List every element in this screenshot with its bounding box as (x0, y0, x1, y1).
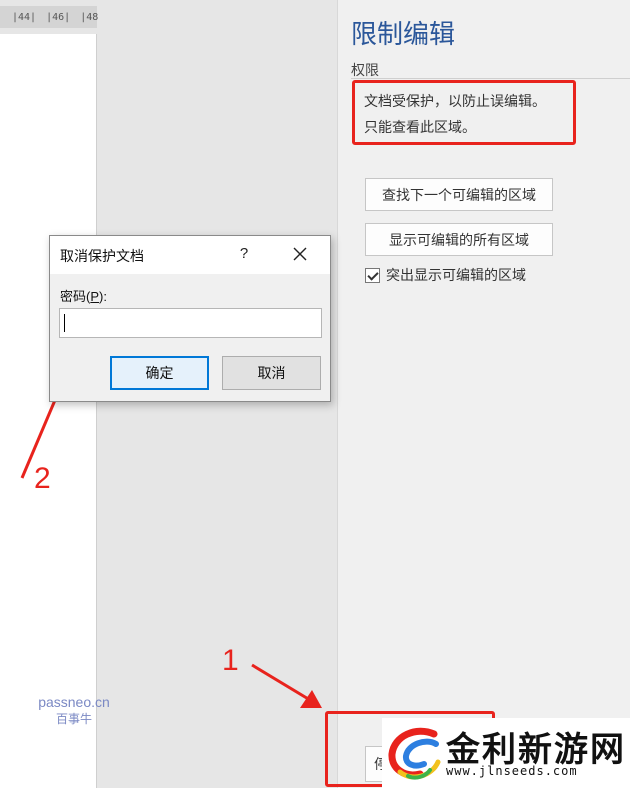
highlight-editable-regions-option[interactable]: 突出显示可编辑的区域 (365, 265, 526, 285)
password-label: 密码(P): (60, 286, 107, 305)
annotation-box-protection-message (352, 80, 576, 145)
site-logo: 金利新游网 www.jlnseeds.com (382, 718, 630, 788)
dialog-titlebar[interactable]: 取消保护文档 ? (50, 236, 330, 274)
highlight-checkbox[interactable] (365, 267, 380, 283)
logo-swirl-icon (388, 727, 441, 780)
password-label-prefix: 密码( (60, 289, 91, 304)
annotation-number-2: 2 (34, 462, 51, 495)
dialog-title: 取消保护文档 (60, 248, 144, 264)
permissions-section-label: 权限 (351, 62, 379, 78)
annotation-number-1: 1 (222, 644, 239, 677)
ruler-tick: |44| (12, 11, 37, 23)
password-label-accelerator: P (90, 289, 100, 304)
close-icon[interactable] (290, 244, 310, 264)
watermark: passneo.cn 百事牛 (28, 694, 120, 728)
text-caret (64, 314, 65, 332)
help-button[interactable]: ? (236, 245, 252, 262)
unprotect-document-dialog: 取消保护文档 ? 密码(P): 确定 取消 (49, 235, 331, 402)
ruler: |44| |46| |48 (0, 6, 99, 28)
document-page[interactable] (0, 34, 97, 788)
password-input[interactable] (59, 308, 322, 338)
cancel-button[interactable]: 取消 (222, 356, 321, 390)
screenshot-root: |44| |46| |48 passneo.cn 百事牛 限制编辑 权限 文档受… (0, 0, 630, 788)
logo-url: www.jlnseeds.com (446, 764, 578, 778)
watermark-brand: 百事牛 (55, 712, 92, 726)
pane-title: 限制编辑 (351, 19, 456, 49)
find-next-editable-region-button[interactable]: 查找下一个可编辑的区域 (365, 178, 553, 211)
password-label-suffix: ): (99, 289, 107, 304)
highlight-checkbox-label: 突出显示可编辑的区域 (386, 267, 526, 283)
watermark-site: passneo.cn (38, 694, 110, 710)
show-all-editable-regions-button[interactable]: 显示可编辑的所有区域 (365, 223, 553, 256)
ruler-tick: |46| (46, 11, 71, 23)
section-divider (351, 78, 630, 79)
ruler-tick: |48 (80, 11, 99, 23)
ok-button[interactable]: 确定 (110, 356, 209, 390)
